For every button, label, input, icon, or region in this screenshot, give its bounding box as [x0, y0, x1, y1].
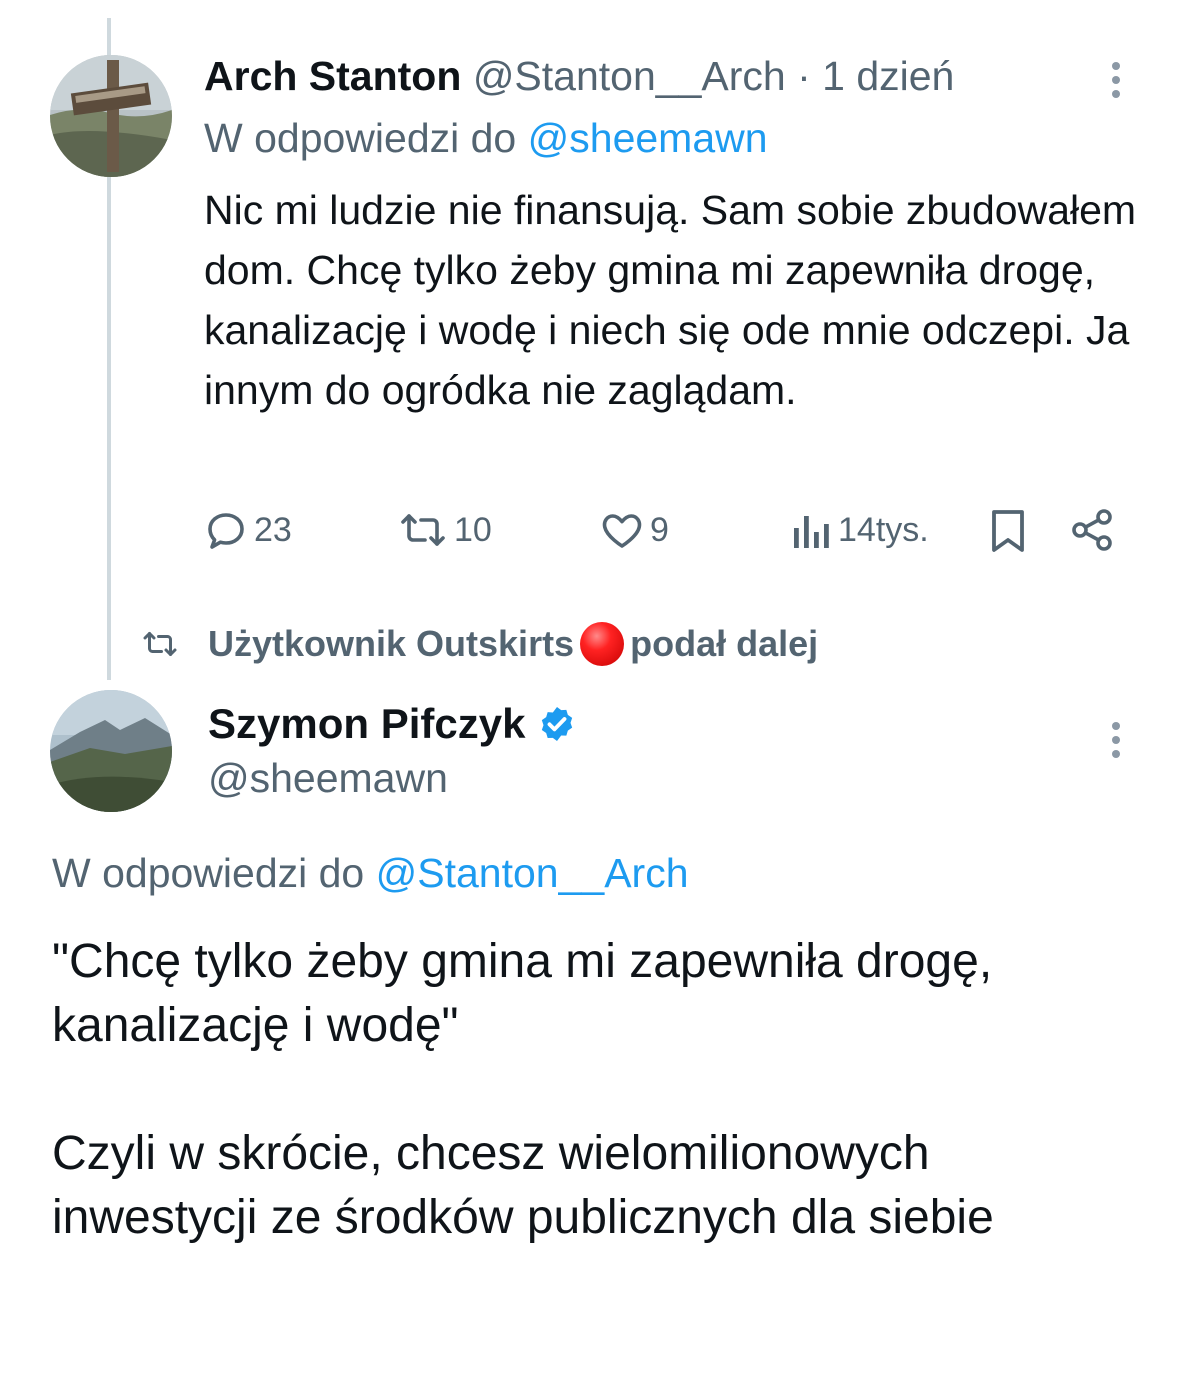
- tweet1-body-text: Nic mi ludzie nie finansują. Sam sobie z…: [204, 187, 1137, 413]
- bookmark-icon: [992, 510, 1024, 552]
- avatar-image: [50, 55, 172, 177]
- red-circle-emoji-icon: [580, 622, 625, 666]
- like-count: 9: [650, 511, 669, 549]
- tweet2-reply-context: W odpowiedzi do @Stanton__Arch: [52, 846, 689, 900]
- retweet-icon: [401, 514, 445, 546]
- share-button[interactable]: [1068, 506, 1116, 554]
- retweet-button[interactable]: 10: [396, 506, 492, 554]
- avatar-arch-stanton[interactable]: [50, 55, 172, 177]
- tweet1-author-handle[interactable]: @Stanton__Arch: [473, 53, 786, 99]
- share-icon: [1072, 509, 1112, 551]
- tweet2-paragraph-comment: Czyli w skrócie, chcesz wielomilionowych…: [52, 1127, 994, 1244]
- tweet1-reply-context: W odpowiedzi do @sheemawn: [204, 112, 768, 164]
- views-icon: [794, 516, 829, 548]
- tweet1-header: Arch Stanton @Stanton__Arch · 1 dzień: [204, 50, 954, 102]
- like-button[interactable]: 9: [598, 506, 669, 554]
- tweet2-reply-prefix: W odpowiedzi do: [52, 850, 365, 896]
- tweet2-reply-handle-link[interactable]: @Stanton__Arch: [376, 850, 689, 896]
- views-count: 14tys.: [838, 511, 929, 549]
- verified-badge-icon: [542, 707, 573, 741]
- tweet1-reply-handle-link[interactable]: @sheemawn: [528, 115, 768, 161]
- tweet1-more-icon[interactable]: [1106, 62, 1126, 98]
- reply-icon: [208, 513, 244, 549]
- tweet2-author-name[interactable]: Szymon Pifczyk: [208, 696, 525, 752]
- reply-count: 23: [254, 511, 292, 549]
- avatar-szymon-pifczyk[interactable]: [50, 690, 172, 812]
- tweet2-more-icon[interactable]: [1106, 722, 1126, 758]
- tweet2-author-handle[interactable]: @sheemawn: [208, 752, 448, 804]
- tweet2-paragraph-quote: "Chcę tylko żeby gmina mi zapewniła drog…: [52, 935, 993, 1052]
- retweet-count: 10: [454, 511, 492, 549]
- avatar-image: [50, 690, 172, 812]
- retweet-small-icon: [143, 632, 177, 656]
- retweet-notice: Użytkownik Outskirts podał dalej: [140, 618, 818, 670]
- tweet2-author-name-row: Szymon Pifczyk: [208, 696, 577, 752]
- retweet-notice-suffix: podał dalej: [630, 623, 819, 664]
- tweet1-timestamp[interactable]: · 1 dzień: [797, 53, 954, 99]
- tweet1-reply-prefix: W odpowiedzi do: [204, 115, 517, 161]
- retweet-notice-user[interactable]: Użytkownik Outskirts: [208, 618, 574, 670]
- reply-button[interactable]: 23: [202, 506, 292, 554]
- views-button[interactable]: 14tys.: [790, 506, 929, 554]
- bookmark-button[interactable]: [986, 506, 1030, 554]
- tweet1-author-name[interactable]: Arch Stanton: [204, 53, 461, 99]
- heart-icon: [602, 514, 642, 548]
- tweet2-body: "Chcę tylko żeby gmina mi zapewniła drog…: [52, 930, 1142, 1314]
